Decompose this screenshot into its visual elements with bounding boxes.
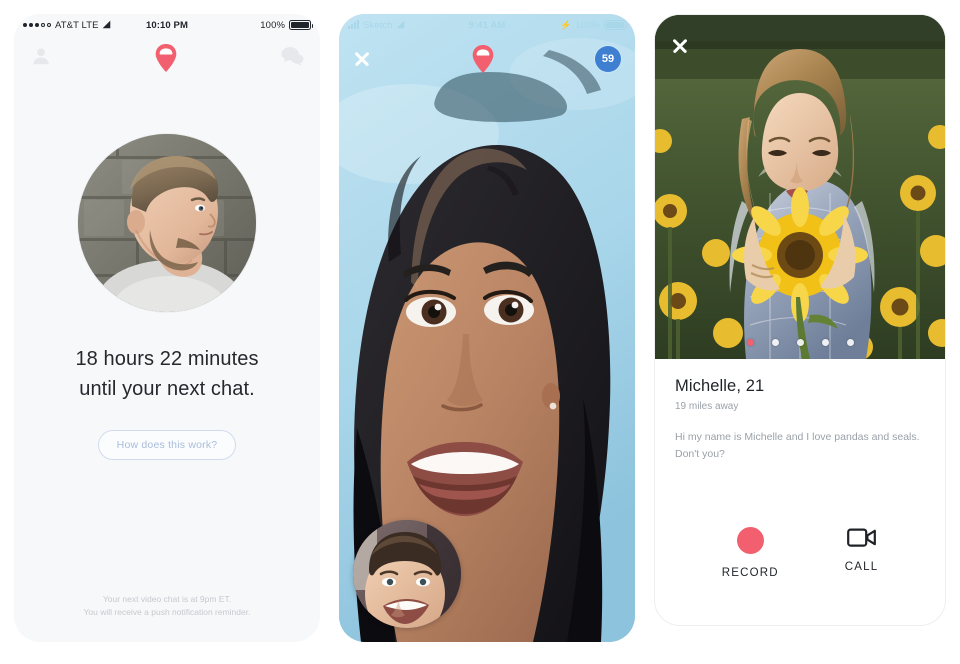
status-bar: Sketch ◢ 9:41 AM ⚡ 100% xyxy=(339,14,635,36)
call-button[interactable]: CALL xyxy=(845,527,879,579)
status-bar-left: AT&T LTE ◢ xyxy=(23,20,146,31)
footer-line-1: Your next video chat is at 9pm ET. xyxy=(102,593,232,604)
carrier-label: AT&T LTE xyxy=(55,19,99,31)
call-navigation-bar: 59 xyxy=(339,38,635,80)
video-camera-icon xyxy=(846,527,877,548)
profile-name-age: Michelle, 21 xyxy=(675,377,765,395)
phone-panel-profile-card: Michelle, 21 19 miles away Hi my name is… xyxy=(654,14,946,626)
pin-logo-icon xyxy=(155,44,177,72)
profile-bio-line-1: Hi my name is Michelle and I love pandas… xyxy=(675,431,920,443)
battery-percent-label: 100% xyxy=(575,19,600,31)
call-timer-badge: 59 xyxy=(595,46,621,72)
user-avatar xyxy=(78,134,256,312)
chat-bubbles-icon[interactable] xyxy=(280,45,304,72)
profile-bio: Hi my name is Michelle and I love pandas… xyxy=(675,429,925,464)
status-bar-right: ⚡ 100% xyxy=(505,19,628,31)
status-bar: AT&T LTE ◢ 10:10 PM 100% xyxy=(14,14,320,36)
countdown-line-2: until your next chat. xyxy=(79,378,255,400)
carrier-label: Sketch xyxy=(363,19,393,31)
self-view-thumbnail[interactable] xyxy=(353,520,461,628)
footer-line-2: You will receive a push notification rem… xyxy=(83,607,251,618)
pin-logo-icon xyxy=(472,45,494,73)
person-icon[interactable] xyxy=(30,45,52,72)
screenshot-root: AT&T LTE ◢ 10:10 PM 100% 18 hours 22 min… xyxy=(0,0,960,664)
wifi-icon: ◢ xyxy=(396,19,405,30)
page-title: 18 hours 22 minutes until your next chat… xyxy=(75,344,258,404)
photo-dot[interactable] xyxy=(796,339,804,346)
status-bar-right: 100% xyxy=(188,19,313,31)
close-x-icon[interactable] xyxy=(671,37,688,54)
photo-dot[interactable] xyxy=(746,339,754,346)
status-bar-time: 9:41 AM xyxy=(468,19,506,31)
phone-panel-waiting-screen: AT&T LTE ◢ 10:10 PM 100% 18 hours 22 min… xyxy=(14,14,320,642)
photo-dot[interactable] xyxy=(821,339,829,346)
profile-info: Michelle, 21 19 miles away Hi my name is… xyxy=(655,359,945,464)
profile-bio-line-2: Don't you? xyxy=(675,448,725,461)
profile-photo[interactable] xyxy=(655,15,945,359)
record-button[interactable]: RECORD xyxy=(722,527,779,579)
battery-percent-label: 100% xyxy=(260,19,285,31)
how-does-this-work-button[interactable]: How does this work? xyxy=(97,430,237,460)
status-bar-left: Sketch ◢ xyxy=(348,20,469,31)
record-dot-icon xyxy=(736,527,764,554)
profile-distance: 19 miles away xyxy=(675,401,739,412)
signal-dots-icon xyxy=(23,23,51,27)
photo-pagination-dots[interactable] xyxy=(655,339,945,346)
bolt-icon: ⚡ xyxy=(559,19,572,30)
photo-dot[interactable] xyxy=(846,339,854,346)
phone-panel-live-video-call: Sketch ◢ 9:41 AM ⚡ 100% 59 xyxy=(339,14,635,642)
record-button-label: RECORD xyxy=(721,567,779,579)
waiting-content: 18 hours 22 minutes until your next chat… xyxy=(14,80,320,642)
close-x-icon[interactable] xyxy=(353,51,370,68)
top-navigation-bar xyxy=(14,36,320,80)
signal-bars-icon xyxy=(348,20,359,29)
profile-action-bar: RECORD CALL xyxy=(655,527,945,579)
status-bar-time: 10:10 PM xyxy=(146,19,188,31)
battery-full-icon xyxy=(604,20,628,30)
countdown-line-1: 18 hours 22 minutes xyxy=(75,348,259,370)
battery-full-icon xyxy=(289,20,313,30)
photo-dot[interactable] xyxy=(771,339,779,346)
call-button-label: CALL xyxy=(844,561,879,573)
footer-note: Your next video chat is at 9pm ET. You w… xyxy=(14,593,320,620)
wifi-icon: ◢ xyxy=(102,19,111,30)
